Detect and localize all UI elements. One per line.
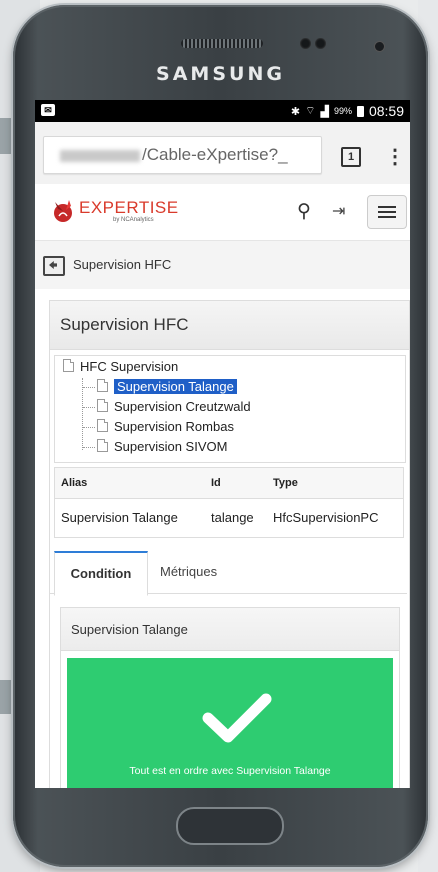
tree-root-label: HFC Supervision xyxy=(80,359,179,374)
wifi-icon: ⌔ xyxy=(305,105,316,117)
tree-item-label: Supervision Rombas xyxy=(114,419,234,434)
tab-switcher-button[interactable]: 1 xyxy=(341,147,361,167)
cell-type: HfcSupervisionPC xyxy=(273,510,379,525)
breadcrumb: Supervision HFC xyxy=(35,241,410,289)
logout-icon[interactable]: ⇥ xyxy=(332,201,345,221)
tab-condition[interactable]: Condition xyxy=(54,551,148,596)
logo-icon[interactable] xyxy=(49,196,77,224)
proximity-sensor xyxy=(300,38,311,49)
column-header-id[interactable]: Id xyxy=(211,477,221,489)
tree-item-label: Supervision Creutzwald xyxy=(114,399,251,414)
tree-connector xyxy=(83,447,95,448)
condition-panel: Supervision Talange Tout est en ordre av… xyxy=(60,607,400,788)
column-header-alias[interactable]: Alias xyxy=(61,477,87,489)
signal-icon: ▟ xyxy=(320,105,329,118)
earpiece-speaker xyxy=(181,39,263,48)
supervision-panel: Supervision HFC HFC Supervision Supervis… xyxy=(49,300,410,788)
document-icon xyxy=(97,439,108,452)
hamburger-bar xyxy=(378,216,396,218)
tab-bar: Condition Métriques xyxy=(50,551,407,596)
tree-connector xyxy=(82,378,83,450)
app-header: EXPERTISE by NCAnalytics ⚲ ⇥ xyxy=(35,184,410,241)
tree-item-creutzwald[interactable]: Supervision Creutzwald xyxy=(97,398,251,416)
tree-connector xyxy=(83,387,95,388)
browser-toolbar: /Cable-eXpertise?_ 1 ⋮ xyxy=(35,122,410,185)
table-row[interactable]: Supervision Talange talange HfcSupervisi… xyxy=(54,499,404,538)
cell-id: talange xyxy=(211,510,254,525)
search-icon[interactable]: ⚲ xyxy=(297,200,311,223)
light-sensor xyxy=(315,38,326,49)
tree-view: HFC Supervision Supervision Talange Supe… xyxy=(54,355,406,463)
address-bar[interactable]: /Cable-eXpertise?_ xyxy=(43,136,322,174)
status-bar: ✉ ✱ ⌔ ▟ 99% 08:59 xyxy=(35,100,410,122)
document-icon xyxy=(97,399,108,412)
hamburger-bar xyxy=(378,206,396,208)
panel-header: Supervision HFC xyxy=(50,301,409,350)
hamburger-bar xyxy=(378,211,396,213)
bluetooth-icon: ✱ xyxy=(290,105,301,118)
condition-panel-header: Supervision Talange xyxy=(61,608,399,651)
status-message: Tout est en ordre avec Supervision Talan… xyxy=(129,765,331,777)
phone-frame: SAMSUNG ✉ ✱ ⌔ ▟ 99% 08:59 /Cable-eXperti… xyxy=(13,5,428,867)
redacted-host xyxy=(60,149,140,162)
logo-text[interactable]: EXPERTISE xyxy=(79,198,179,218)
tab-metriques[interactable]: Métriques xyxy=(160,551,217,593)
table-header: Alias Id Type xyxy=(54,467,404,499)
condition-panel-title: Supervision Talange xyxy=(71,622,188,637)
back-icon[interactable] xyxy=(43,256,65,276)
document-icon xyxy=(63,359,74,372)
hamburger-menu-button[interactable] xyxy=(367,195,407,229)
home-button[interactable] xyxy=(176,807,284,845)
tree-item-label: Supervision Talange xyxy=(114,379,237,394)
details-table: Alias Id Type Supervision Talange talang… xyxy=(54,467,404,538)
tree-root[interactable]: HFC Supervision xyxy=(63,358,178,376)
logo-subtitle: by NCAnalytics xyxy=(113,217,154,223)
panel-title: Supervision HFC xyxy=(60,315,189,334)
status-ok-box: Tout est en ordre avec Supervision Talan… xyxy=(67,658,393,788)
document-icon xyxy=(97,419,108,432)
tree-item-talange[interactable]: Supervision Talange xyxy=(97,378,237,396)
cell-alias: Supervision Talange xyxy=(61,510,178,525)
breadcrumb-item[interactable]: Supervision HFC xyxy=(73,257,171,272)
front-camera xyxy=(374,41,385,52)
browser-menu-icon[interactable]: ⋮ xyxy=(385,144,405,169)
tree-connector xyxy=(83,427,95,428)
checkmark-icon xyxy=(202,693,272,743)
phone-screen: ✉ ✱ ⌔ ▟ 99% 08:59 /Cable-eXpertise?_ 1 ⋮ xyxy=(35,100,410,788)
url-text: /Cable-eXpertise?_ xyxy=(142,145,288,164)
device-brand: SAMSUNG xyxy=(156,63,285,85)
clock: 08:59 xyxy=(368,103,404,119)
tree-item-sivom[interactable]: Supervision SIVOM xyxy=(97,438,227,456)
tree-item-label: Supervision SIVOM xyxy=(114,439,228,454)
tree-connector xyxy=(83,407,95,408)
battery-percent: 99% xyxy=(333,106,352,116)
notification-icon[interactable]: ✉ xyxy=(41,104,55,116)
tree-item-rombas[interactable]: Supervision Rombas xyxy=(97,418,234,436)
battery-icon xyxy=(356,105,364,117)
column-header-type[interactable]: Type xyxy=(273,477,298,489)
document-icon xyxy=(97,379,108,392)
